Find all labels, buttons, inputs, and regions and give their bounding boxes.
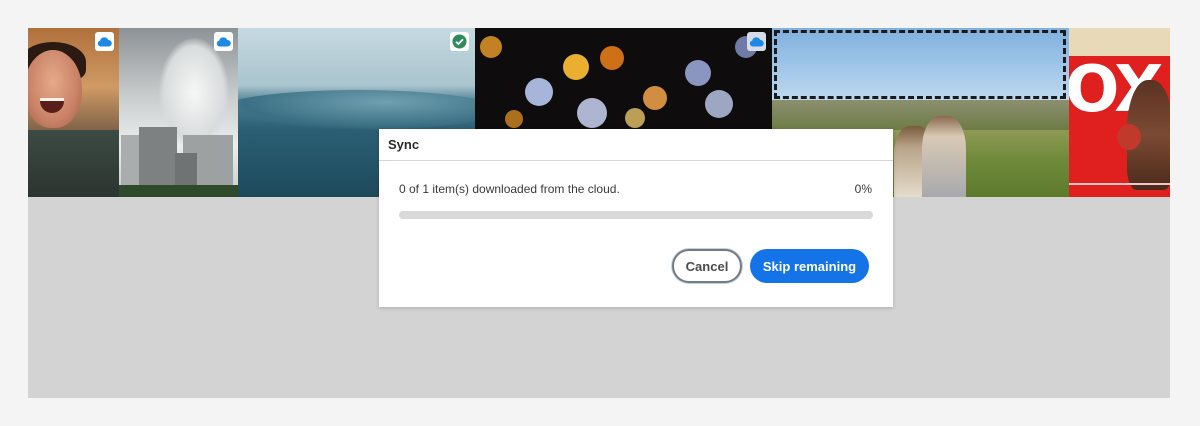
selection-marquee xyxy=(774,30,1066,99)
thumbnail-swimmer[interactable] xyxy=(28,28,119,197)
cloud-icon xyxy=(214,32,233,51)
progress-bar xyxy=(399,211,873,219)
dialog-title: Sync xyxy=(379,129,893,161)
cancel-button[interactable]: Cancel xyxy=(672,249,742,283)
status-text: 0 of 1 item(s) downloaded from the cloud… xyxy=(399,182,620,196)
skip-remaining-button[interactable]: Skip remaining xyxy=(750,249,869,283)
cloud-icon xyxy=(747,32,766,51)
cloud-icon xyxy=(95,32,114,51)
sync-dialog: Sync 0 of 1 item(s) downloaded from the … xyxy=(379,129,893,307)
status-row: 0 of 1 item(s) downloaded from the cloud… xyxy=(399,182,872,196)
thumbnail-boxing-poster[interactable]: OX xyxy=(1069,28,1170,197)
check-icon xyxy=(450,32,469,51)
percent-label: 0% xyxy=(854,182,872,196)
thumbnail-buildings[interactable] xyxy=(119,28,238,197)
